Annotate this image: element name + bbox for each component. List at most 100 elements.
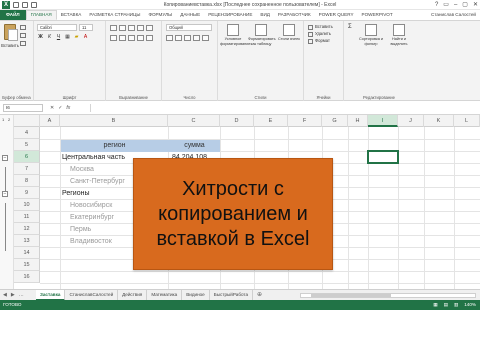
wrap-text-icon[interactable] [146,25,153,31]
underline-icon[interactable]: Ч [55,34,62,41]
insert-cells-button[interactable]: Вставить [308,24,333,30]
row-header-15[interactable]: 15 [14,259,40,271]
font-name-box[interactable]: Calibri [37,24,77,31]
tab-power-query[interactable]: POWER QUERY [315,10,358,20]
ribbon-display-button[interactable]: ▭ [443,0,449,10]
orientation-icon[interactable] [137,25,144,31]
column-header-k[interactable]: K [424,115,454,127]
cell-styles-button[interactable]: Стили ячеек [276,24,302,42]
row-header-4[interactable]: 4 [14,127,40,139]
align-left-icon[interactable] [110,35,117,41]
sort-filter-button[interactable]: Сортировка и фильтр [358,24,384,47]
vladivostok-cell[interactable]: Владивосток [70,236,112,248]
outline-level-2[interactable]: 2 [8,117,10,122]
tab-formulas[interactable]: ФОРМУЛЫ [144,10,176,20]
name-box[interactable]: I6 [3,104,43,112]
undo-icon[interactable] [22,2,28,8]
row-header-8[interactable]: 8 [14,175,40,187]
horizontal-scroll-thumb[interactable] [311,294,391,297]
row-header-7[interactable]: 7 [14,163,40,175]
column-header-l[interactable]: L [454,115,480,127]
align-bottom-icon[interactable] [128,25,135,31]
format-painter-icon[interactable] [20,41,26,46]
collapse-group-1-icon[interactable]: − [2,155,8,161]
tab-view[interactable]: ВИД [256,10,273,20]
row-header-5[interactable]: 5 [14,139,40,151]
column-header-b[interactable]: B [60,115,168,127]
moscow-cell[interactable]: Москва [70,164,94,176]
copy-icon[interactable] [20,33,26,38]
row-header-6[interactable]: 6 [14,151,40,163]
column-header-e[interactable]: E [254,115,288,127]
tab-home[interactable]: ГЛАВНАЯ [25,10,57,20]
find-select-button[interactable]: Найти и выделить [386,24,412,47]
horizontal-scrollbar[interactable] [300,293,476,298]
insert-function-icon[interactable]: fx [66,104,70,112]
novosibirsk-cell[interactable]: Новосибирск [70,200,112,212]
delete-cells-button[interactable]: Удалить [308,31,333,37]
tab-insert[interactable]: ВСТАВКА [57,10,86,20]
cancel-entry-icon[interactable]: ✕ [50,104,54,112]
paste-button[interactable]: Вставить [0,43,20,48]
maximize-button[interactable]: ▢ [462,0,468,10]
column-header-g[interactable]: G [322,115,348,127]
italic-icon[interactable]: К [46,34,53,41]
row-header-14[interactable]: 14 [14,247,40,259]
column-header-i[interactable]: I [368,115,398,127]
central-region-cell[interactable]: Центральная часть [62,152,125,164]
align-right-icon[interactable] [128,35,135,41]
borders-icon[interactable]: ▦ [64,34,71,41]
tab-powerpivot[interactable]: POWERPIVOT [358,10,397,20]
column-header-d[interactable]: D [220,115,254,127]
redo-icon[interactable] [31,2,37,8]
row-header-11[interactable]: 11 [14,211,40,223]
tab-file[interactable]: ФАЙЛ [0,10,26,20]
page-break-view-icon[interactable]: ▥ [454,300,458,310]
select-all-corner[interactable] [14,115,40,127]
indent-icon[interactable] [137,35,144,41]
tab-review[interactable]: РЕЦЕНЗИРОВАНИЕ [204,10,256,20]
row-header-13[interactable]: 13 [14,235,40,247]
sum-header-cell[interactable]: сумма [169,140,220,152]
font-size-box[interactable]: 11 [79,24,93,31]
column-header-h[interactable]: H [348,115,368,127]
column-header-a[interactable]: A [40,115,60,127]
row-header-16[interactable]: 16 [14,271,40,283]
row-header-12[interactable]: 12 [14,223,40,235]
column-header-c[interactable]: C [168,115,220,127]
regions-cell[interactable]: Регионы [62,188,90,200]
paste-icon[interactable] [4,24,18,41]
align-middle-icon[interactable] [119,25,126,31]
close-button[interactable]: ✕ [473,0,478,10]
row-header-10[interactable]: 10 [14,199,40,211]
align-center-icon[interactable] [119,35,126,41]
tab-data[interactable]: ДАННЫЕ [176,10,204,20]
normal-view-icon[interactable]: ▦ [433,300,437,310]
help-button[interactable]: ? [435,0,438,10]
formula-input[interactable] [90,104,476,112]
font-color-icon[interactable]: А [82,34,89,41]
number-format-box[interactable]: Общий [166,24,212,31]
cut-icon[interactable] [20,25,26,30]
column-header-f[interactable]: F [288,115,322,127]
save-icon[interactable] [13,2,19,8]
confirm-entry-icon[interactable]: ✓ [58,104,62,112]
zoom-level[interactable]: 140% [464,300,476,310]
comma-style-icon[interactable] [184,35,191,41]
perm-cell[interactable]: Пермь [70,224,91,236]
currency-icon[interactable] [166,35,173,41]
region-header-cell[interactable]: регион [61,140,168,152]
increase-decimal-icon[interactable] [193,35,200,41]
spb-cell[interactable]: Санкт-Петербург [70,176,125,188]
user-name[interactable]: Станислав Салостей [431,10,476,20]
align-top-icon[interactable] [110,25,117,31]
format-cells-button[interactable]: Формат [308,38,333,44]
row-header-9[interactable]: 9 [14,187,40,199]
merge-center-icon[interactable] [146,35,153,41]
format-as-table-button[interactable]: Форматировать как таблицу [248,24,276,47]
active-cell-selection[interactable] [367,150,399,164]
column-header-j[interactable]: J [398,115,424,127]
fill-color-icon[interactable]: ▰ [73,34,80,41]
minimize-button[interactable]: – [454,0,457,10]
bold-icon[interactable]: Ж [37,34,44,41]
